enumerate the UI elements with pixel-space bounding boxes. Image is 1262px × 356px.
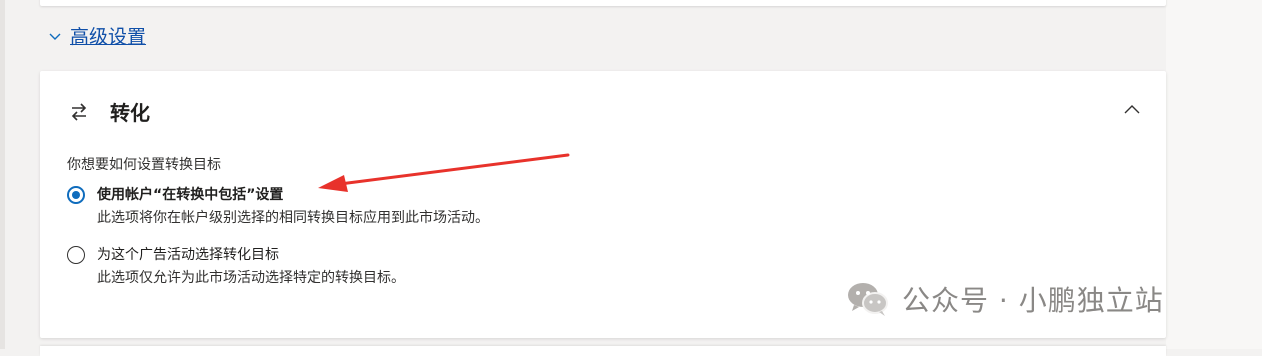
annotation-arrow: [318, 153, 570, 192]
option-description: 此选项仅允许为此市场活动选择特定的转换目标。: [97, 270, 405, 286]
chevron-up-icon[interactable]: [1122, 101, 1142, 117]
option-label: 为这个广告活动选择转化目标: [97, 247, 279, 263]
radio-campaign-goals[interactable]: [67, 246, 85, 264]
option-campaign-goals[interactable]: 为这个广告活动选择转化目标 此选项仅允许为此市场活动选择特定的转换目标。: [67, 245, 405, 288]
page-right-gutter: [1166, 0, 1262, 349]
watermark: 公众号 · 小鹏独立站: [846, 279, 1164, 319]
option-description: 此选项将你在帐户级别选择的相同转换目标应用到此市场活动。: [97, 210, 489, 226]
chevron-down-icon: [49, 33, 61, 40]
advanced-settings-toggle[interactable]: 高级设置: [48, 22, 146, 49]
page-left-edge: [0, 0, 5, 349]
conversion-section-header: 转化: [68, 97, 150, 126]
section-title: 转化: [110, 101, 150, 125]
watermark-text: 公众号 · 小鹏独立站: [902, 284, 1164, 317]
conversion-question: 你想要如何设置转换目标: [67, 157, 221, 173]
previous-section-card: [40, 0, 1166, 6]
next-section-card: [40, 346, 1166, 356]
advanced-settings-link[interactable]: 高级设置: [70, 22, 146, 49]
wechat-icon: [848, 283, 888, 316]
swap-arrows-icon: [71, 102, 87, 121]
radio-account-setting[interactable]: [67, 186, 85, 204]
